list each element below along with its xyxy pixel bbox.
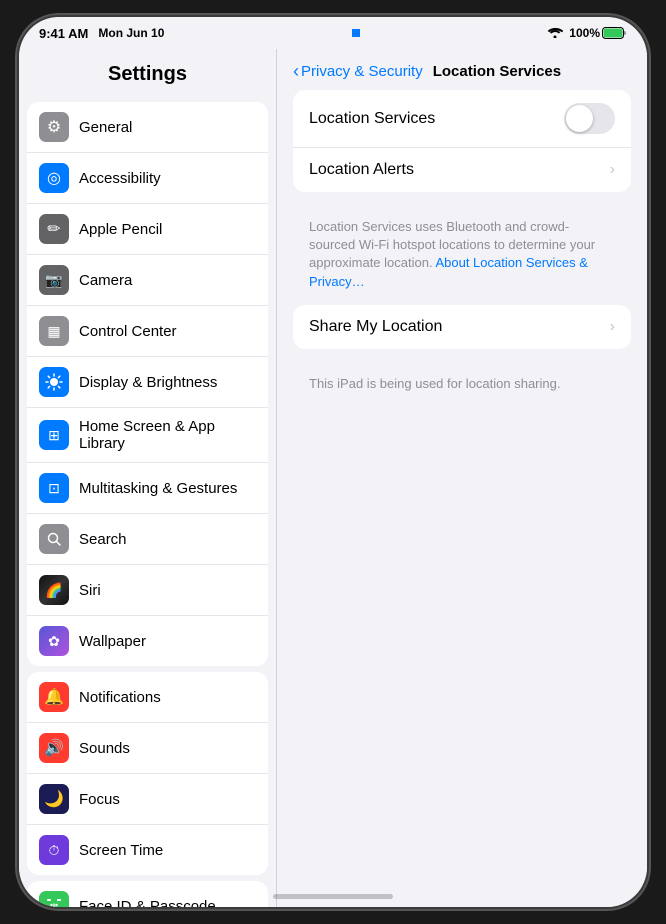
settings-group-2: 🔔 Notifications 🔊 Sounds 🌙 Focus ⏱ Scree…	[27, 672, 268, 875]
sounds-icon: 🔊	[39, 733, 69, 763]
panel-nav: ‹ Privacy & Security Location Services	[277, 49, 647, 90]
status-icons: 100%	[547, 26, 627, 41]
status-bar: 9:41 AM Mon Jun 10 100%	[19, 17, 647, 49]
accessibility-label: Accessibility	[79, 170, 256, 187]
sidebar-item-wallpaper[interactable]: ✿ Wallpaper	[27, 616, 268, 666]
sidebar-item-focus[interactable]: 🌙 Focus	[27, 774, 268, 825]
location-services-description: Location Services uses Bluetooth and cro…	[293, 212, 631, 305]
back-button[interactable]: ‹ Privacy & Security	[293, 61, 423, 82]
location-services-toggle[interactable]	[564, 103, 615, 134]
panel-title: Location Services	[433, 63, 561, 80]
siri-label: Siri	[79, 582, 256, 599]
screen-time-icon: ⏱	[39, 835, 69, 865]
wifi-icon	[547, 26, 563, 41]
sidebar-item-accessibility[interactable]: ◎ Accessibility	[27, 153, 268, 204]
back-label: Privacy & Security	[301, 63, 423, 80]
sidebar-item-siri[interactable]: 🌈 Siri	[27, 565, 268, 616]
sidebar-item-home-screen[interactable]: ⊞ Home Screen & App Library	[27, 408, 268, 463]
share-my-location-row[interactable]: Share My Location ›	[293, 305, 631, 349]
panel-content: Location Services Location Alerts › Loca…	[277, 90, 647, 407]
sidebar-item-apple-pencil[interactable]: ✏ Apple Pencil	[27, 204, 268, 255]
search-icon	[39, 524, 69, 554]
apple-pencil-label: Apple Pencil	[79, 221, 256, 238]
siri-icon: 🌈	[39, 575, 69, 605]
right-panel: ‹ Privacy & Security Location Services L…	[277, 49, 647, 907]
wallpaper-label: Wallpaper	[79, 633, 256, 650]
sidebar[interactable]: Settings ⚙ General ◎ Accessibility ✏ App…	[19, 49, 277, 907]
general-label: General	[79, 119, 256, 136]
main-layout: Settings ⚙ General ◎ Accessibility ✏ App…	[19, 49, 647, 907]
chevron-left-icon: ‹	[293, 61, 299, 82]
sidebar-item-notifications[interactable]: 🔔 Notifications	[27, 672, 268, 723]
sidebar-item-search[interactable]: Search	[27, 514, 268, 565]
toggle-knob	[566, 105, 593, 132]
multitasking-label: Multitasking & Gestures	[79, 480, 256, 497]
sidebar-item-display-brightness[interactable]: Display & Brightness	[27, 357, 268, 408]
home-screen-icon: ⊞	[39, 420, 69, 450]
wallpaper-icon: ✿	[39, 626, 69, 656]
share-location-group: Share My Location ›	[293, 305, 631, 349]
screen-time-label: Screen Time	[79, 842, 256, 859]
camera-icon: 📷	[39, 265, 69, 295]
settings-group-1: ⚙ General ◎ Accessibility ✏ Apple Pencil…	[27, 102, 268, 666]
camera-label: Camera	[79, 272, 256, 289]
sidebar-item-multitasking[interactable]: ⊡ Multitasking & Gestures	[27, 463, 268, 514]
notification-dot	[352, 29, 360, 37]
battery-icon: 100%	[569, 26, 627, 40]
control-center-icon: ▦	[39, 316, 69, 346]
focus-icon: 🌙	[39, 784, 69, 814]
settings-group-3: Face ID & Passcode 🤚 Privacy & Security	[27, 881, 268, 907]
display-brightness-label: Display & Brightness	[79, 374, 256, 391]
home-screen-label: Home Screen & App Library	[79, 418, 256, 452]
sidebar-item-general[interactable]: ⚙ General	[27, 102, 268, 153]
location-alerts-label: Location Alerts	[309, 161, 610, 179]
location-privacy-link[interactable]: About Location Services & Privacy…	[309, 255, 588, 288]
face-id-label: Face ID & Passcode	[79, 898, 256, 908]
chevron-right-icon: ›	[610, 161, 615, 179]
sounds-label: Sounds	[79, 740, 256, 757]
share-location-subtext: This iPad is being used for location sha…	[293, 369, 631, 407]
control-center-label: Control Center	[79, 323, 256, 340]
sidebar-item-control-center[interactable]: ▦ Control Center	[27, 306, 268, 357]
location-services-row[interactable]: Location Services	[293, 90, 631, 148]
face-id-icon	[39, 891, 69, 907]
share-my-location-label: Share My Location	[309, 318, 610, 336]
status-date: Mon Jun 10	[98, 26, 164, 40]
display-brightness-icon	[39, 367, 69, 397]
status-time: 9:41 AM	[39, 26, 88, 41]
home-indicator	[273, 894, 393, 899]
sidebar-item-sounds[interactable]: 🔊 Sounds	[27, 723, 268, 774]
location-services-label: Location Services	[309, 110, 564, 128]
focus-label: Focus	[79, 791, 256, 808]
location-alerts-row[interactable]: Location Alerts ›	[293, 148, 631, 192]
notifications-icon: 🔔	[39, 682, 69, 712]
sidebar-item-face-id[interactable]: Face ID & Passcode	[27, 881, 268, 907]
sidebar-title: Settings	[19, 49, 276, 96]
accessibility-icon: ◎	[39, 163, 69, 193]
device: 9:41 AM Mon Jun 10 100%	[19, 17, 647, 907]
sidebar-item-camera[interactable]: 📷 Camera	[27, 255, 268, 306]
location-services-group: Location Services Location Alerts ›	[293, 90, 631, 192]
multitasking-icon: ⊡	[39, 473, 69, 503]
sidebar-item-screen-time[interactable]: ⏱ Screen Time	[27, 825, 268, 875]
apple-pencil-icon: ✏	[39, 214, 69, 244]
search-label: Search	[79, 531, 256, 548]
share-location-chevron: ›	[610, 318, 615, 336]
notifications-label: Notifications	[79, 689, 256, 706]
general-icon: ⚙	[39, 112, 69, 142]
